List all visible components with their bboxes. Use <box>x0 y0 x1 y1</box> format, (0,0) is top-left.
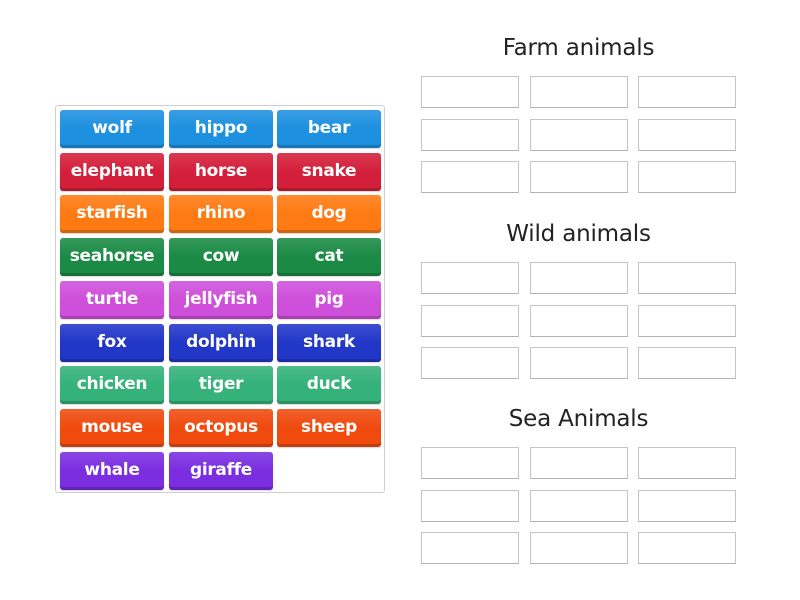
drop-slot[interactable] <box>530 347 628 379</box>
drop-slot[interactable] <box>421 262 519 294</box>
drop-slot[interactable] <box>421 447 519 479</box>
group-title: Wild animals <box>506 221 651 247</box>
card-duck[interactable]: duck <box>277 366 381 404</box>
card-starfish[interactable]: starfish <box>60 195 164 233</box>
drop-slot[interactable] <box>530 161 628 193</box>
card-snake[interactable]: snake <box>277 153 381 191</box>
drop-slot[interactable] <box>638 76 736 108</box>
card-hippo[interactable]: hippo <box>169 110 273 148</box>
card-bear[interactable]: bear <box>277 110 381 148</box>
drop-slot[interactable] <box>421 76 519 108</box>
card-tiger[interactable]: tiger <box>169 366 273 404</box>
card-mouse[interactable]: mouse <box>60 409 164 447</box>
drop-slot[interactable] <box>638 161 736 193</box>
drop-slot[interactable] <box>530 76 628 108</box>
drop-slot[interactable] <box>530 119 628 151</box>
card-wolf[interactable]: wolf <box>60 110 164 148</box>
card-seahorse[interactable]: seahorse <box>60 238 164 276</box>
group-sort-activity: wolf hippo bear elephant horse snake starfish r… <box>0 0 800 600</box>
drop-slot[interactable] <box>421 305 519 337</box>
drop-slot[interactable] <box>638 305 736 337</box>
drop-slot[interactable] <box>421 119 519 151</box>
card-horse[interactable]: horse <box>169 153 273 191</box>
card-cow[interactable]: cow <box>169 238 273 276</box>
drop-slot[interactable] <box>638 532 736 564</box>
card-cat[interactable]: cat <box>277 238 381 276</box>
card-chicken[interactable]: chicken <box>60 366 164 404</box>
drop-slot[interactable] <box>530 490 628 522</box>
card-octopus[interactable]: octopus <box>169 409 273 447</box>
card-turtle[interactable]: turtle <box>60 281 164 319</box>
drop-slot[interactable] <box>530 305 628 337</box>
drop-slot[interactable] <box>638 262 736 294</box>
card-sheep[interactable]: sheep <box>277 409 381 447</box>
card-jellyfish[interactable]: jellyfish <box>169 281 273 319</box>
drop-slot[interactable] <box>421 490 519 522</box>
card-elephant[interactable]: elephant <box>60 153 164 191</box>
drop-slot[interactable] <box>638 490 736 522</box>
card-pig[interactable]: pig <box>277 281 381 319</box>
card-shark[interactable]: shark <box>277 324 381 362</box>
card-rhino[interactable]: rhino <box>169 195 273 233</box>
card-fox[interactable]: fox <box>60 324 164 362</box>
drop-slot[interactable] <box>638 119 736 151</box>
group-title: Sea Animals <box>508 406 649 432</box>
drop-slot[interactable] <box>638 347 736 379</box>
drop-slot[interactable] <box>421 347 519 379</box>
card-whale[interactable]: whale <box>60 452 164 490</box>
drop-slot[interactable] <box>638 447 736 479</box>
card-dog[interactable]: dog <box>277 195 381 233</box>
drop-slot[interactable] <box>421 532 519 564</box>
drop-slot[interactable] <box>421 161 519 193</box>
card-dolphin[interactable]: dolphin <box>169 324 273 362</box>
group-title: Farm animals <box>502 35 655 61</box>
drop-slot[interactable] <box>530 262 628 294</box>
drop-slot[interactable] <box>530 532 628 564</box>
card-giraffe[interactable]: giraffe <box>169 452 273 490</box>
drop-slot[interactable] <box>530 447 628 479</box>
